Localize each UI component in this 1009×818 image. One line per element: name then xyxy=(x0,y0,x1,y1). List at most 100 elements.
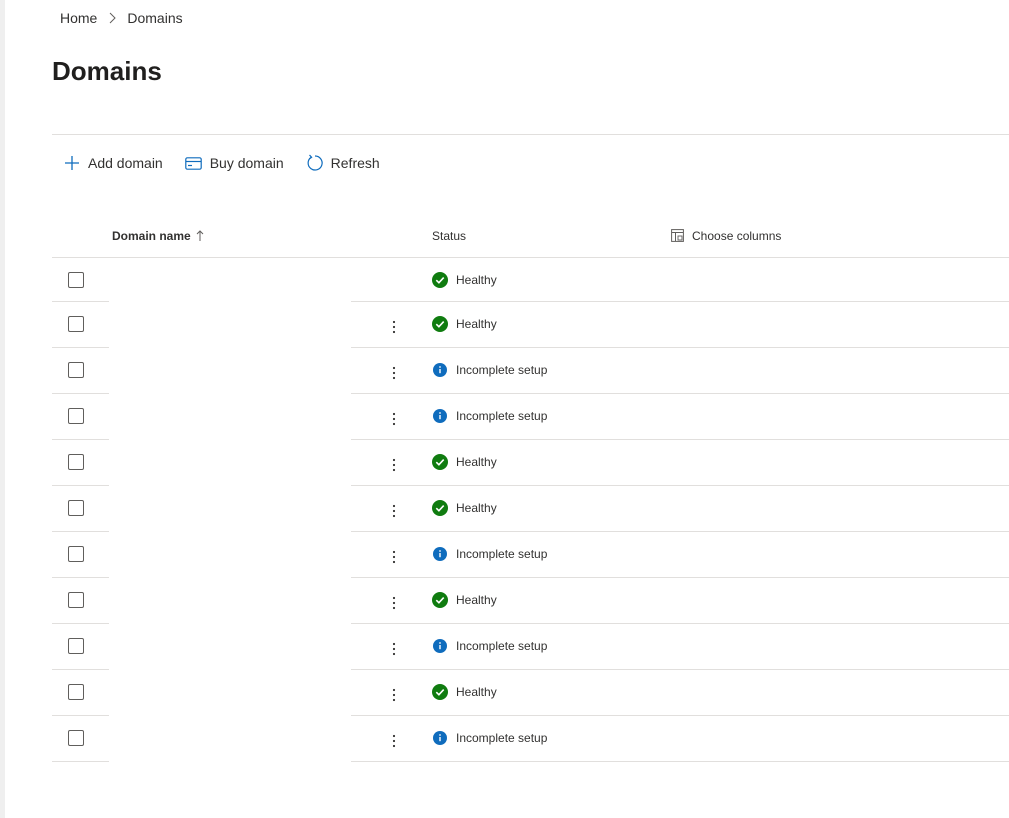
status-cell: Healthy xyxy=(432,302,497,346)
table-row[interactable]: Incomplete setup xyxy=(52,532,1009,578)
info-circle-icon xyxy=(432,730,448,746)
status-cell: Healthy xyxy=(432,670,497,714)
row-checkbox[interactable] xyxy=(68,272,84,288)
toolbar-divider xyxy=(52,134,1009,135)
more-vertical-icon xyxy=(392,687,396,703)
more-actions-button[interactable] xyxy=(382,315,406,339)
row-checkbox[interactable] xyxy=(68,362,84,378)
table-row[interactable]: Healthy xyxy=(52,440,1009,486)
row-checkbox[interactable] xyxy=(68,730,84,746)
row-checkbox[interactable] xyxy=(68,408,84,424)
more-actions-button[interactable] xyxy=(382,361,406,385)
more-vertical-icon xyxy=(392,595,396,611)
more-actions-button[interactable] xyxy=(382,637,406,661)
more-vertical-icon xyxy=(392,641,396,657)
table-row[interactable]: Incomplete setup xyxy=(52,348,1009,394)
table-row[interactable]: Healthy xyxy=(52,670,1009,716)
more-actions-button[interactable] xyxy=(382,499,406,523)
plus-icon xyxy=(63,154,81,172)
more-actions-button[interactable] xyxy=(382,729,406,753)
choose-columns-icon xyxy=(671,229,685,243)
row-checkbox[interactable] xyxy=(68,316,84,332)
row-checkbox[interactable] xyxy=(68,500,84,516)
add-domain-button[interactable]: Add domain xyxy=(52,147,174,179)
table-body: Healthy Healthy Incomplete setup Incompl… xyxy=(52,258,1009,762)
table-row[interactable]: Healthy xyxy=(52,302,1009,348)
status-cell: Healthy xyxy=(432,578,497,622)
row-checkbox[interactable] xyxy=(68,638,84,654)
column-header-domain-name[interactable]: Domain name xyxy=(112,214,204,258)
domains-table: Domain name Status Choose columns Health… xyxy=(52,214,1009,762)
status-cell: Healthy xyxy=(432,486,497,530)
choose-columns-button[interactable]: Choose columns xyxy=(671,214,781,258)
refresh-label: Refresh xyxy=(330,155,380,171)
check-circle-icon xyxy=(432,454,448,470)
domain-name-header-label: Domain name xyxy=(112,229,191,243)
status-cell: Incomplete setup xyxy=(432,348,547,392)
more-vertical-icon xyxy=(392,733,396,749)
breadcrumb-current: Domains xyxy=(127,10,183,26)
status-label: Incomplete setup xyxy=(456,363,548,377)
more-actions-button[interactable] xyxy=(382,683,406,707)
more-actions-button[interactable] xyxy=(382,453,406,477)
more-actions-button[interactable] xyxy=(382,591,406,615)
table-row[interactable]: Healthy xyxy=(52,258,1009,302)
table-header: Domain name Status Choose columns xyxy=(52,214,1009,258)
status-label: Healthy xyxy=(456,455,497,469)
info-circle-icon xyxy=(432,638,448,654)
status-label: Healthy xyxy=(456,593,497,607)
table-row[interactable]: Healthy xyxy=(52,578,1009,624)
table-row[interactable]: Incomplete setup xyxy=(52,394,1009,440)
more-actions-button[interactable] xyxy=(382,545,406,569)
card-icon xyxy=(185,154,203,172)
row-separator-gap xyxy=(109,761,351,762)
status-cell: Incomplete setup xyxy=(432,716,547,760)
table-row[interactable]: Healthy xyxy=(52,486,1009,532)
column-header-status[interactable]: Status xyxy=(432,214,466,258)
buy-domain-button[interactable]: Buy domain xyxy=(174,147,295,179)
status-label: Healthy xyxy=(456,317,497,331)
more-actions-button[interactable] xyxy=(382,407,406,431)
status-cell: Incomplete setup xyxy=(432,624,547,668)
info-circle-icon xyxy=(432,362,448,378)
chevron-right-icon xyxy=(104,10,120,26)
refresh-button[interactable]: Refresh xyxy=(295,147,391,179)
left-rail xyxy=(0,0,5,818)
breadcrumb-home[interactable]: Home xyxy=(60,10,97,26)
status-label: Healthy xyxy=(456,501,497,515)
status-label: Incomplete setup xyxy=(456,731,548,745)
status-cell: Healthy xyxy=(432,440,497,484)
row-checkbox[interactable] xyxy=(68,454,84,470)
more-vertical-icon xyxy=(392,457,396,473)
more-vertical-icon xyxy=(392,365,396,381)
breadcrumb: Home Domains xyxy=(60,10,183,26)
status-label: Healthy xyxy=(456,273,497,287)
check-circle-icon xyxy=(432,684,448,700)
check-circle-icon xyxy=(432,592,448,608)
sort-ascending-icon xyxy=(196,230,204,242)
buy-domain-label: Buy domain xyxy=(209,155,284,171)
more-vertical-icon xyxy=(392,319,396,335)
more-vertical-icon xyxy=(392,503,396,519)
check-circle-icon xyxy=(432,272,448,288)
status-cell: Incomplete setup xyxy=(432,394,547,438)
choose-columns-label: Choose columns xyxy=(692,229,782,243)
check-circle-icon xyxy=(432,316,448,332)
row-checkbox[interactable] xyxy=(68,592,84,608)
status-label: Incomplete setup xyxy=(456,639,548,653)
status-label: Healthy xyxy=(456,685,497,699)
command-bar: Add domain Buy domain Refresh xyxy=(52,147,391,179)
table-row[interactable]: Incomplete setup xyxy=(52,624,1009,670)
page-title: Domains xyxy=(52,56,162,86)
status-cell: Incomplete setup xyxy=(432,532,547,576)
row-checkbox[interactable] xyxy=(68,546,84,562)
row-checkbox[interactable] xyxy=(68,684,84,700)
status-label: Incomplete setup xyxy=(456,547,548,561)
table-row[interactable]: Incomplete setup xyxy=(52,716,1009,762)
status-label: Incomplete setup xyxy=(456,409,548,423)
refresh-icon xyxy=(306,154,324,172)
info-circle-icon xyxy=(432,408,448,424)
add-domain-label: Add domain xyxy=(88,155,163,171)
info-circle-icon xyxy=(432,546,448,562)
more-vertical-icon xyxy=(392,549,396,565)
